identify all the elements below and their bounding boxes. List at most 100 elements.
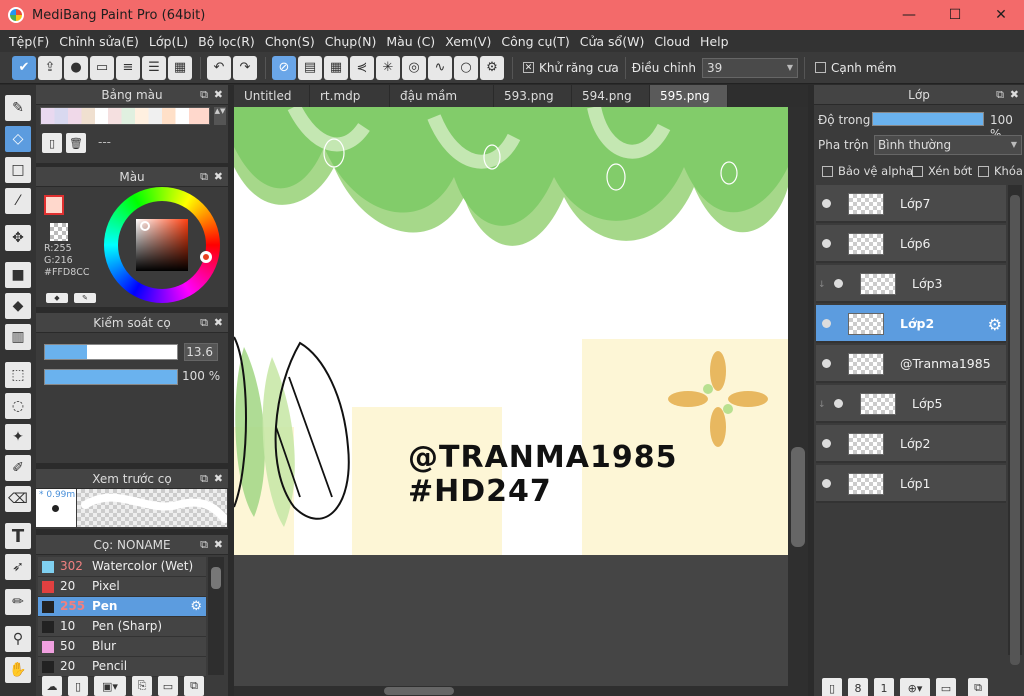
menu-layer[interactable]: Lớp(L) — [144, 34, 193, 49]
visibility-eye-icon[interactable] — [834, 399, 843, 408]
move-tool-icon[interactable]: ✥ — [5, 225, 31, 251]
snap-grid-icon[interactable]: ▦ — [324, 55, 348, 80]
visibility-eye-icon[interactable] — [822, 439, 831, 448]
menu-help[interactable]: Help — [695, 34, 734, 49]
select-rect-tool-icon[interactable]: ⬚ — [5, 362, 31, 388]
layer-row[interactable]: Lớp1 — [816, 465, 1006, 503]
menu-tools[interactable]: Công cụ(T) — [496, 34, 574, 49]
snap-off-icon[interactable]: ⊘ — [272, 55, 296, 80]
artwork-canvas[interactable]: @TRANMA1985 #HD247 — [234, 107, 788, 555]
brush-add-menu-icon[interactable]: ▣▾ — [94, 676, 126, 696]
brush-duplicate-icon[interactable]: ⧉ — [184, 676, 204, 696]
chat-icon[interactable]: ▭ — [90, 55, 114, 80]
cloud-sync-icon[interactable]: ✔ — [12, 55, 36, 80]
layer-row[interactable]: Lớp7 — [816, 185, 1006, 223]
color-wheel[interactable] — [104, 187, 220, 303]
menu-select[interactable]: Chọn(S) — [260, 34, 320, 49]
snap-radial-icon[interactable]: ✳ — [376, 55, 400, 80]
palette-scroll[interactable]: ▲▼ — [214, 107, 226, 125]
snap-parallel-icon[interactable]: ▤ — [298, 55, 322, 80]
snap-curve-icon[interactable]: ∿ — [428, 55, 452, 80]
grid-list-icon[interactable]: ▦ — [168, 55, 192, 80]
snap-ellipse-icon[interactable]: ○ — [454, 55, 478, 80]
new-layer-icon[interactable]: ▯ — [822, 678, 842, 696]
brush-item[interactable]: 10 Pen (Sharp) — [38, 617, 206, 637]
sv-marker[interactable] — [140, 221, 150, 231]
popout-icon[interactable]: ⧉ — [200, 167, 208, 187]
menu-edit[interactable]: Chỉnh sửa(E) — [54, 34, 144, 49]
transparent-color-swatch[interactable] — [50, 223, 68, 241]
new-1bit-layer-icon[interactable]: 1 — [874, 678, 894, 696]
close-button[interactable]: ✕ — [978, 0, 1024, 30]
brush-item[interactable]: 20 Pixel — [38, 577, 206, 597]
menu-snap[interactable]: Chụp(N) — [320, 34, 382, 49]
brush-copy-icon[interactable]: ⎘ — [132, 676, 152, 696]
rectangle-tool-icon[interactable]: □ — [5, 157, 31, 183]
tab-595-png[interactable]: 595.png — [650, 85, 728, 107]
layer-row[interactable]: ↓ Lớp5 — [816, 385, 1006, 423]
brush-opacity-slider[interactable] — [44, 369, 178, 385]
visibility-eye-icon[interactable] — [834, 279, 843, 288]
brush-item[interactable]: 20 Pencil — [38, 657, 206, 677]
duplicate-layer-icon[interactable]: ⧉ — [968, 678, 988, 696]
tab-594-png[interactable]: 594.png — [572, 85, 650, 107]
dot-brush-tool-icon[interactable]: ⁄ — [5, 188, 31, 214]
layer-row[interactable]: ↓ Lớp3 — [816, 265, 1006, 303]
brush-new-icon[interactable]: ▯ — [68, 676, 88, 696]
close-icon[interactable]: ✖ — [214, 535, 223, 555]
close-icon[interactable]: ✖ — [214, 85, 223, 105]
fill-rect-tool-icon[interactable]: ■ — [5, 262, 31, 288]
tab-dau-mam[interactable]: đậu mầm sn1.mdp — [390, 85, 494, 125]
close-icon[interactable]: ✖ — [1010, 85, 1019, 105]
popout-icon[interactable]: ⧉ — [996, 85, 1004, 105]
hand-tool-icon[interactable]: ✋ — [5, 657, 31, 683]
layer-folder-icon[interactable]: ▭ — [936, 678, 956, 696]
adjust-select[interactable]: 39 ▼ — [701, 57, 798, 78]
canvas-horizontal-scrollbar[interactable] — [234, 686, 808, 696]
canvas-vertical-scrollbar[interactable] — [788, 107, 808, 687]
redo-icon[interactable]: ↷ — [233, 55, 257, 80]
close-icon[interactable]: ✖ — [214, 469, 223, 489]
maximize-button[interactable]: ☐ — [932, 0, 978, 30]
antialias-checkbox[interactable]: ✕ Khử răng cưa — [523, 61, 619, 75]
add-layer-menu-icon[interactable]: ⊕▾ — [900, 678, 930, 696]
blend-mode-select[interactable]: Bình thường ▼ — [874, 135, 1022, 155]
popout-icon[interactable]: ⧉ — [200, 469, 208, 489]
menu-file[interactable]: Tệp(F) — [4, 34, 54, 49]
visibility-eye-icon[interactable] — [822, 319, 831, 328]
lock-checkbox[interactable]: Khóa — [978, 164, 1023, 178]
select-eraser-tool-icon[interactable]: ⌫ — [5, 486, 31, 512]
visibility-eye-icon[interactable] — [822, 479, 831, 488]
divide-tool-icon[interactable]: ✏ — [5, 589, 31, 615]
layer-row[interactable]: @Tranma1985 — [816, 345, 1006, 383]
text-tool-icon[interactable]: T — [5, 523, 31, 549]
menu-filter[interactable]: Bộ lọc(R) — [193, 34, 260, 49]
clipping-checkbox[interactable]: Xén bớt — [912, 164, 972, 178]
gear-icon[interactable]: ⚙ — [988, 315, 1002, 334]
popout-icon[interactable]: ⧉ — [200, 535, 208, 555]
page-icon[interactable]: ≡ — [116, 55, 140, 80]
snap-settings-icon[interactable]: ⚙ — [480, 55, 504, 80]
lasso-tool-icon[interactable]: ◌ — [5, 393, 31, 419]
operation-tool-icon[interactable]: ➶ — [5, 554, 31, 580]
hue-marker[interactable] — [200, 251, 212, 263]
undo-icon[interactable]: ↶ — [207, 55, 231, 80]
tab-rt-mdp[interactable]: rt.mdp — [310, 85, 390, 107]
layer-row[interactable]: Lớp2 — [816, 425, 1006, 463]
foreground-color-swatch[interactable] — [44, 195, 64, 215]
canvas-area[interactable]: @TRANMA1985 #HD247 — [234, 107, 788, 687]
gradient-tool-icon[interactable]: ▥ — [5, 324, 31, 350]
layer-row[interactable]: Lớp2 ⚙ — [816, 305, 1006, 343]
popout-icon[interactable]: ⧉ — [200, 85, 208, 105]
brush-cloud-icon[interactable]: ☁ — [42, 676, 62, 696]
brush-list-scrollbar[interactable] — [208, 557, 224, 675]
brush-item[interactable]: 302 Watercolor (Wet) — [38, 557, 206, 577]
eyedropper-tool-icon[interactable]: ⚲ — [5, 626, 31, 652]
close-icon[interactable]: ✖ — [214, 313, 223, 333]
delete-palette-icon[interactable]: 🗑 — [66, 133, 86, 153]
visibility-eye-icon[interactable] — [822, 359, 831, 368]
eraser-tool-icon[interactable]: ◇ — [5, 126, 31, 152]
brush-size-value[interactable]: 13.6 — [184, 343, 218, 361]
close-icon[interactable]: ✖ — [214, 167, 223, 187]
visibility-eye-icon[interactable] — [822, 199, 831, 208]
